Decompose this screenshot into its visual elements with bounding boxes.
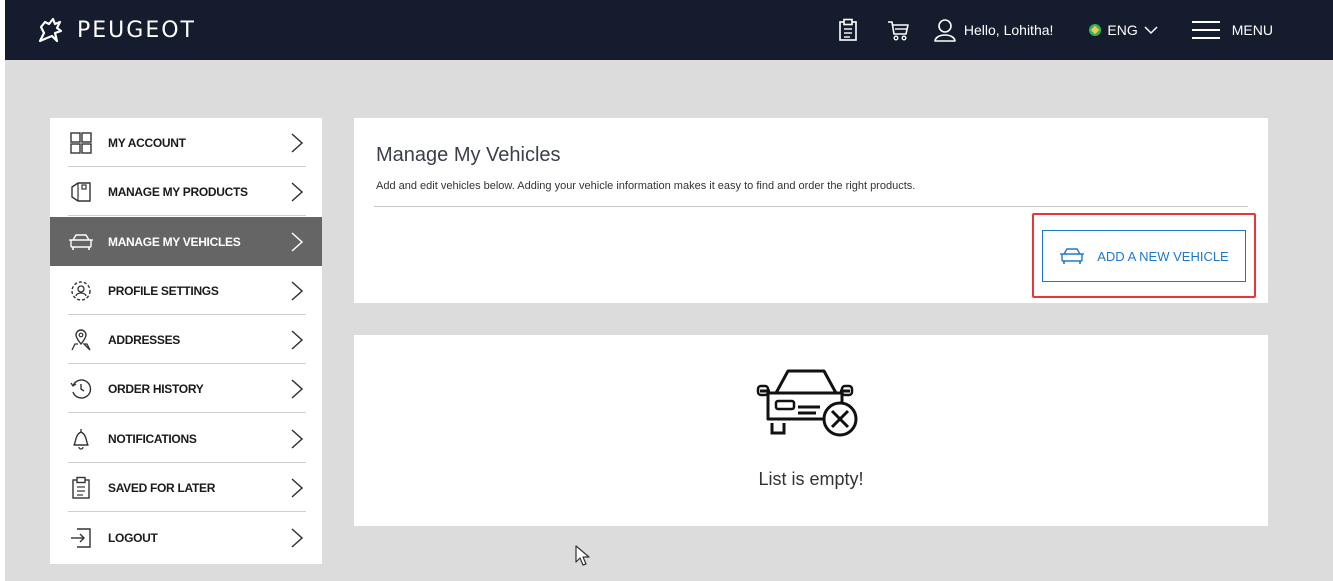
empty-state-message: List is empty! [758, 469, 864, 489]
car-icon [1060, 248, 1085, 264]
menu-button[interactable]: MENU [1191, 21, 1273, 39]
sidebar-item-label: NOTIFICATIONS [108, 431, 197, 446]
sidebar-item-label: MANAGE MY VEHICLES [108, 234, 241, 249]
chevron-right-icon [291, 477, 304, 498]
car-remove-icon [756, 369, 858, 437]
page-title: Manage My Vehicles [376, 144, 561, 166]
manage-vehicles-card: Manage My Vehicles Add and edit vehicles… [354, 118, 1268, 303]
user-icon [934, 19, 956, 42]
menu-label: MENU [1231, 22, 1273, 38]
hamburger-icon [1191, 21, 1220, 39]
lion-logo-icon [38, 17, 63, 43]
chevron-right-icon [291, 231, 304, 252]
chevron-right-icon [291, 181, 304, 202]
divider [68, 412, 306, 413]
top-navigation-bar: PEUGEOT Hello, Lohitha! ENG MENU [5, 0, 1333, 60]
logout-icon [68, 525, 94, 551]
chevron-right-icon [291, 527, 304, 548]
sidebar-item-manage-my-vehicles[interactable]: MANAGE MY VEHICLES [50, 217, 322, 266]
clipboard-icon [68, 475, 94, 501]
sidebar-item-label: ORDER HISTORY [108, 381, 204, 396]
grid-icon [68, 130, 94, 156]
divider [68, 215, 306, 216]
sidebar-item-order-history[interactable]: ORDER HISTORY [50, 364, 322, 413]
chevron-right-icon [291, 428, 304, 449]
sidebar-item-label: MANAGE MY PRODUCTS [108, 184, 248, 199]
sidebar-item-my-account[interactable]: MY ACCOUNT [50, 118, 322, 167]
sidebar-item-label: LOGOUT [108, 530, 158, 545]
language-selector[interactable]: ENG [1089, 22, 1158, 38]
sidebar-item-logout[interactable]: LOGOUT [50, 513, 322, 562]
chevron-down-icon [1144, 26, 1158, 35]
chevron-right-icon [291, 132, 304, 153]
brand-name: PEUGEOT [77, 17, 196, 43]
bell-icon [68, 426, 94, 452]
cart-button[interactable] [884, 16, 912, 44]
clipboard-icon [839, 18, 857, 41]
chevron-right-icon [291, 378, 304, 399]
language-label: ENG [1107, 22, 1138, 38]
car-icon [68, 229, 94, 255]
history-icon [68, 376, 94, 402]
sidebar-item-label: PROFILE SETTINGS [108, 283, 219, 298]
sidebar-item-addresses[interactable]: ADDRESSES [50, 315, 322, 364]
vehicle-list-card: List is empty! [354, 335, 1268, 526]
sidebar-item-label: ADDRESSES [108, 332, 180, 347]
add-new-vehicle-button[interactable]: ADD A NEW VEHICLE [1042, 230, 1246, 282]
divider [374, 206, 1248, 207]
account-sidebar: MY ACCOUNT MANAGE MY PRODUCTS MANAGE MY … [50, 118, 322, 564]
sidebar-item-notifications[interactable]: NOTIFICATIONS [50, 414, 322, 463]
divider [68, 511, 306, 512]
gear-user-icon [68, 278, 94, 304]
page-description: Add and edit vehicles below. Adding your… [376, 180, 916, 192]
cart-icon [887, 21, 909, 41]
chevron-right-icon [291, 280, 304, 301]
saved-list-button[interactable] [834, 16, 862, 44]
flag-icon [1089, 24, 1102, 36]
user-account-button[interactable]: Hello, Lohitha! [934, 18, 1054, 42]
map-pin-icon [68, 327, 94, 353]
sidebar-item-manage-my-products[interactable]: MANAGE MY PRODUCTS [50, 167, 322, 216]
mouse-cursor-icon [575, 545, 590, 566]
sidebar-item-profile-settings[interactable]: PROFILE SETTINGS [50, 266, 322, 315]
add-new-vehicle-label: ADD A NEW VEHICLE [1097, 248, 1229, 264]
sidebar-item-saved-for-later[interactable]: SAVED FOR LATER [50, 463, 322, 512]
sidebar-item-label: SAVED FOR LATER [108, 480, 216, 495]
user-greeting: Hello, Lohitha! [963, 22, 1054, 38]
chevron-right-icon [291, 329, 304, 350]
box-icon [68, 179, 94, 205]
brand[interactable]: PEUGEOT [33, 13, 196, 47]
sidebar-item-label: MY ACCOUNT [108, 135, 186, 150]
